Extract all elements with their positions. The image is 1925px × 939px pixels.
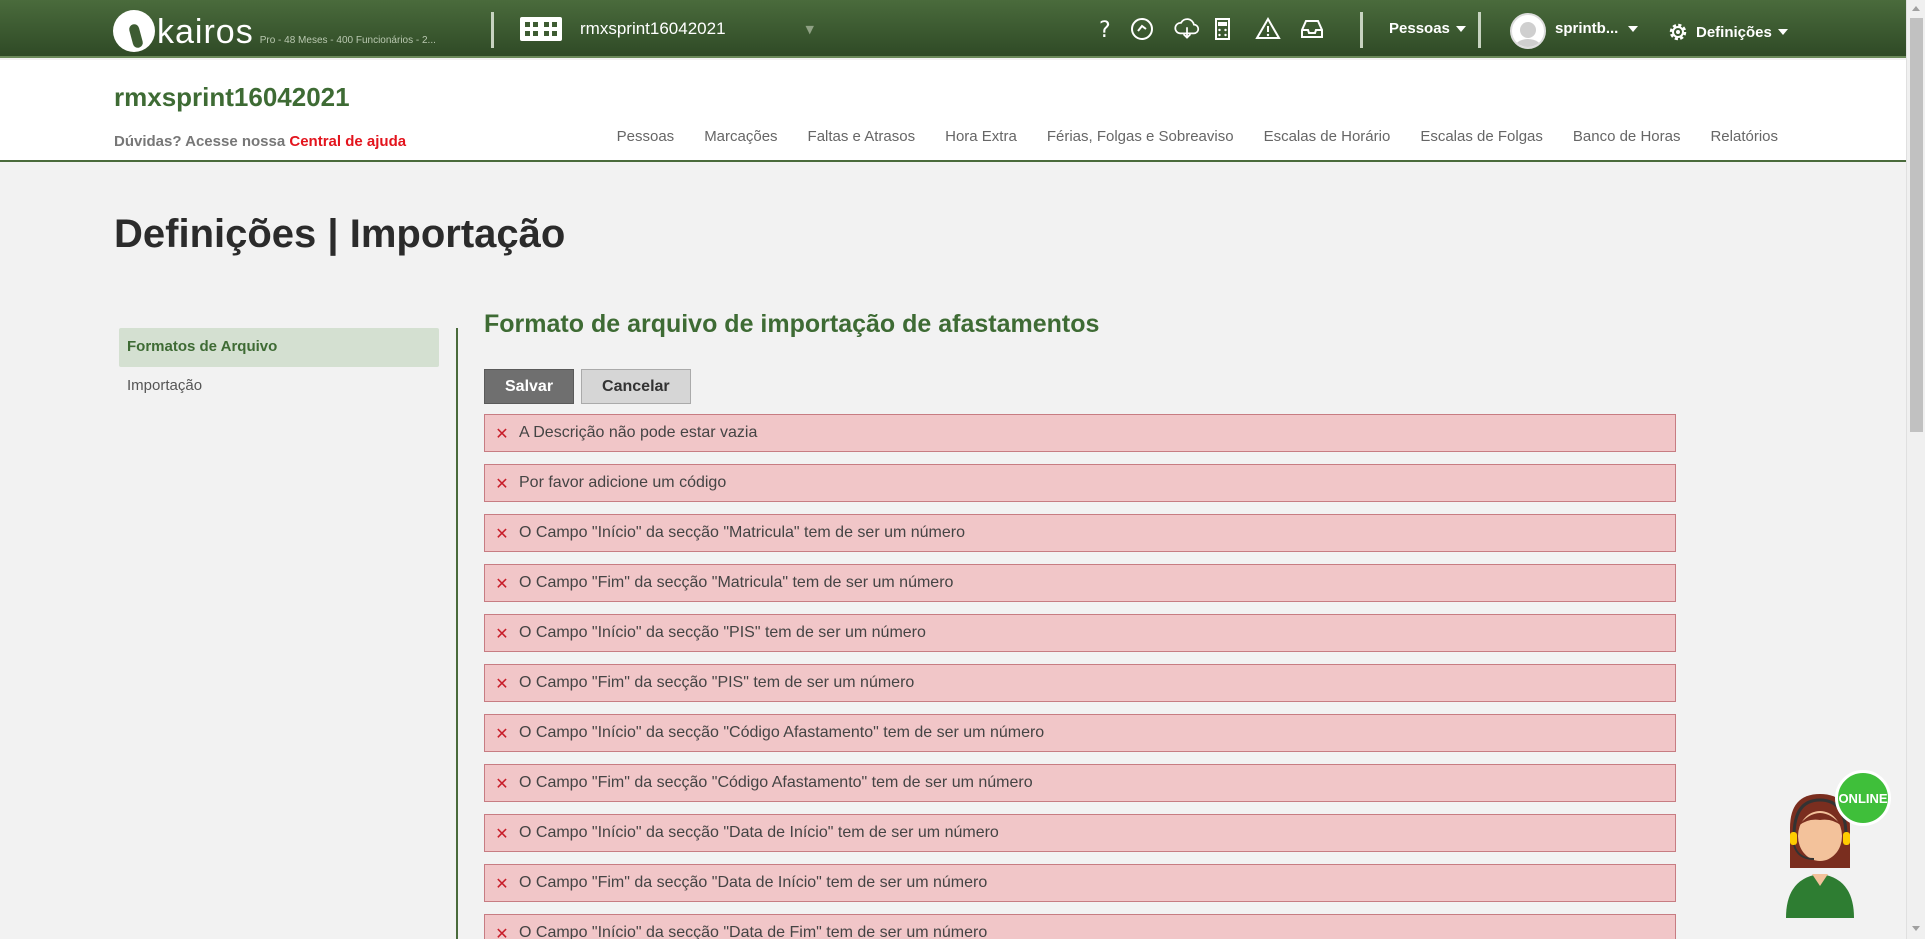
error-x-icon: ✕ [495, 523, 509, 543]
user-avatar[interactable] [1510, 13, 1546, 49]
cloud-download-icon[interactable] [1170, 15, 1204, 43]
online-badge: ONLINE [1835, 770, 1891, 826]
error-text: O Campo "Início" da secção "Data de Iníc… [519, 824, 999, 841]
kairos-logo-icon [113, 10, 155, 52]
error-text: O Campo "Início" da secção "Código Afast… [519, 724, 1045, 741]
divider [1478, 12, 1481, 48]
company-selector[interactable]: rmxsprint16042021 ▼ [520, 17, 814, 41]
error-x-icon: ✕ [495, 923, 509, 939]
error-x-icon: ✕ [495, 873, 509, 893]
sidebar-divider [456, 328, 458, 939]
help-text: Dúvidas? Acesse nossa Central de ajuda [114, 133, 406, 150]
cancel-button[interactable]: Cancelar [581, 369, 691, 404]
online-chat-widget[interactable]: ONLINE [1768, 768, 1891, 918]
sidebar-item-importacao[interactable]: Importação [119, 367, 439, 406]
chevron-down-icon: ▼ [805, 22, 814, 36]
error-message: ✕ Por favor adicione um código [484, 464, 1676, 502]
error-x-icon: ✕ [495, 623, 509, 643]
settings-menu-label: Definições [1696, 23, 1772, 41]
settings-sidebar: Formatos de Arquivo Importação [119, 328, 439, 406]
error-text: O Campo "Início" da secção "Matricula" t… [519, 524, 966, 541]
help-prefix: Dúvidas? Acesse nossa [114, 133, 286, 150]
divider [1360, 12, 1363, 48]
kairos-logo[interactable]: kairos Pro - 48 Meses - 400 Funcionários… [113, 6, 436, 52]
site-header: rmxsprint16042021 Dúvidas? Acesse nossa … [0, 60, 1906, 162]
nav-hora-extra[interactable]: Hora Extra [945, 128, 1017, 145]
error-text: O Campo "Início" da secção "Data de Fim"… [519, 924, 988, 939]
company-title: rmxsprint16042021 [114, 82, 350, 112]
inbox-icon[interactable] [1298, 15, 1326, 43]
svg-text:?: ? [1099, 18, 1111, 42]
settings-menu[interactable]: Definições [1666, 20, 1788, 44]
main-content: Formato de arquivo de importação de afas… [484, 310, 1676, 939]
calculator-icon[interactable] [1208, 15, 1236, 43]
error-text: O Campo "Fim" da secção "Matricula" tem … [519, 574, 954, 591]
error-text: O Campo "Fim" da secção "Data de Início"… [519, 874, 988, 891]
error-message: ✕ O Campo "Início" da secção "Data de Fim… [484, 914, 1676, 939]
error-x-icon: ✕ [495, 423, 509, 443]
form-actions: Salvar Cancelar [484, 369, 1676, 404]
pessoas-menu-label: Pessoas [1389, 20, 1450, 37]
nav-banco-horas[interactable]: Banco de Horas [1573, 128, 1681, 145]
error-x-icon: ✕ [495, 673, 509, 693]
error-message: ✕ O Campo "Início" da secção "Matricula" … [484, 514, 1676, 552]
error-text: Por favor adicione um código [519, 474, 727, 491]
error-list: ✕ A Descrição não pode estar vazia ✕ Por f… [484, 414, 1676, 939]
nav-ferias-folgas[interactable]: Férias, Folgas e Sobreaviso [1047, 128, 1234, 145]
nav-escalas-horario[interactable]: Escalas de Horário [1264, 128, 1391, 145]
help-center-link[interactable]: Central de ajuda [289, 133, 406, 150]
support-chat-icon[interactable] [1128, 15, 1156, 43]
top-bar: kairos Pro - 48 Meses - 400 Funcionários… [0, 0, 1906, 58]
main-nav: Pessoas Marcações Faltas e Atrasos Hora … [617, 128, 1778, 145]
error-text: O Campo "Início" da secção "PIS" tem de … [519, 624, 926, 641]
error-x-icon: ✕ [495, 773, 509, 793]
pessoas-menu[interactable]: Pessoas [1389, 20, 1466, 37]
error-x-icon: ✕ [495, 823, 509, 843]
nav-pessoas[interactable]: Pessoas [617, 128, 675, 145]
error-message: ✕ O Campo "Início" da secção "Data de Iní… [484, 814, 1676, 852]
scroll-up-icon[interactable] [1912, 6, 1920, 11]
gear-icon [1669, 23, 1687, 41]
nav-marcacoes[interactable]: Marcações [704, 128, 777, 145]
error-message: ✕ O Campo "Fim" da secção "Data de Início… [484, 864, 1676, 902]
error-message: ✕ O Campo "Fim" da secção "Matricula" tem… [484, 564, 1676, 602]
error-message: ✕ O Campo "Início" da secção "PIS" tem de… [484, 614, 1676, 652]
sidebar-item-formatos[interactable]: Formatos de Arquivo [119, 328, 439, 367]
error-message: ✕ O Campo "Fim" da secção "Código Afastam… [484, 764, 1676, 802]
help-icon[interactable]: ? [1090, 15, 1118, 43]
content-title: Formato de arquivo de importação de afas… [484, 310, 1100, 338]
nav-faltas-atrasos[interactable]: Faltas e Atrasos [808, 128, 916, 145]
nav-escalas-folgas[interactable]: Escalas de Folgas [1420, 128, 1543, 145]
plan-info: Pro - 48 Meses - 400 Funcionários - 2... [259, 35, 436, 46]
error-x-icon: ✕ [495, 473, 509, 493]
error-text: A Descrição não pode estar vazia [519, 424, 758, 441]
warning-icon[interactable] [1254, 15, 1282, 43]
user-menu-label: sprintb... [1555, 20, 1619, 37]
page-scrollbar[interactable] [1906, 0, 1925, 939]
error-message: ✕ A Descrição não pode estar vazia [484, 414, 1676, 452]
caret-down-icon [1628, 25, 1639, 32]
company-name: rmxsprint16042021 [580, 19, 726, 38]
error-text: O Campo "Fim" da secção "Código Afastame… [519, 774, 1033, 791]
scroll-down-icon[interactable] [1912, 926, 1920, 931]
scrollbar-thumb[interactable] [1910, 18, 1923, 432]
error-message: ✕ O Campo "Início" da secção "Código Afas… [484, 714, 1676, 752]
error-text: O Campo "Fim" da secção "PIS" tem de ser… [519, 674, 915, 691]
logo-text: kairos [157, 13, 254, 51]
building-icon [520, 17, 562, 41]
caret-down-icon [1777, 29, 1788, 35]
save-button[interactable]: Salvar [484, 369, 575, 404]
page-title: Definições | Importação [114, 212, 566, 256]
error-x-icon: ✕ [495, 573, 509, 593]
caret-down-icon [1455, 25, 1466, 32]
nav-relatorios[interactable]: Relatórios [1710, 128, 1778, 145]
divider [491, 12, 494, 48]
user-menu[interactable]: sprintb... [1555, 20, 1639, 37]
error-message: ✕ O Campo "Fim" da secção "PIS" tem de se… [484, 664, 1676, 702]
error-x-icon: ✕ [495, 723, 509, 743]
